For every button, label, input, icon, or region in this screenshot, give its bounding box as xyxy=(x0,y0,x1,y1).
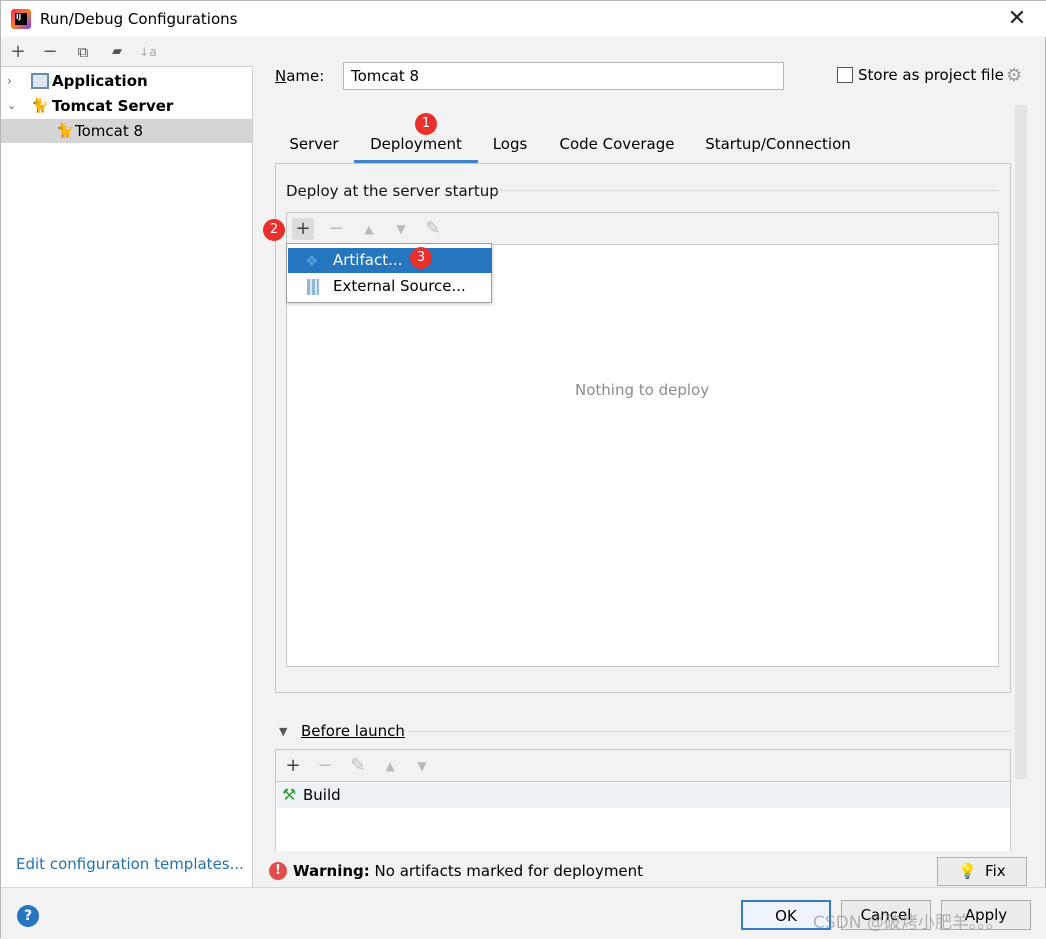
artifact-icon: ❖ xyxy=(305,252,319,270)
popup-item-external-source[interactable]: External Source... xyxy=(288,274,492,299)
folder-icon[interactable]: ▰ xyxy=(106,41,128,63)
tab-deployment[interactable]: Deployment xyxy=(354,125,478,163)
application-icon xyxy=(31,73,49,89)
add-deploy-icon[interactable]: + xyxy=(292,218,314,240)
chevron-down-icon[interactable]: ⌄ xyxy=(7,94,19,118)
error-icon: ! xyxy=(269,862,287,880)
section-divider xyxy=(408,731,1010,732)
tree-item-label: Application xyxy=(52,72,148,90)
move-down-icon[interactable]: ▼ xyxy=(411,755,433,777)
close-button[interactable]: ✕ xyxy=(1001,5,1033,33)
tree-item-tomcat-server[interactable]: ⌄ 🐈 Tomcat Server xyxy=(1,94,252,118)
move-up-icon[interactable]: ▲ xyxy=(379,755,401,777)
step-badge-3: 3 xyxy=(410,247,432,269)
tree-item-application[interactable]: › Application xyxy=(1,69,252,93)
move-down-icon[interactable]: ▼ xyxy=(390,218,412,240)
name-label: Name: xyxy=(275,67,325,85)
fix-button[interactable]: 💡 Fix xyxy=(937,857,1027,886)
tab-startup-connection[interactable]: Startup/Connection xyxy=(695,125,861,163)
help-icon[interactable]: ? xyxy=(17,905,39,927)
tomcat-icon: 🐈 xyxy=(31,98,49,114)
warning-message: Warning: No artifacts marked for deploym… xyxy=(293,862,644,880)
deploy-section-title: Deploy at the server startup xyxy=(286,182,499,200)
deploy-toolbar: + − ▲ ▼ ✎ xyxy=(286,212,999,244)
intellij-logo-icon: IJ xyxy=(11,9,31,29)
popup-item-label: Artifact... xyxy=(333,251,403,269)
gear-icon[interactable]: ⚙ xyxy=(1006,66,1026,86)
list-item-build[interactable]: ⚒ Build xyxy=(277,783,1010,808)
tree-item-tomcat-8[interactable]: 🐈 Tomcat 8 xyxy=(1,119,252,143)
tab-logs[interactable]: Logs xyxy=(480,125,540,163)
deploy-list[interactable] xyxy=(286,244,999,667)
store-project-checkbox[interactable] xyxy=(837,67,853,83)
tab-server[interactable]: Server xyxy=(275,125,353,163)
add-config-icon[interactable]: + xyxy=(7,41,29,63)
remove-deploy-icon[interactable]: − xyxy=(325,218,347,240)
edit-templates-link[interactable]: Edit configuration templates... xyxy=(16,855,244,873)
scrollbar[interactable] xyxy=(1015,105,1027,779)
remove-task-icon[interactable]: − xyxy=(314,755,336,777)
bulb-icon: 💡 xyxy=(958,862,978,880)
tree-item-label: Tomcat 8 xyxy=(75,122,144,140)
step-badge-2: 2 xyxy=(263,219,285,241)
title-bar: IJ Run/Debug Configurations ✕ xyxy=(1,1,1046,37)
section-divider xyxy=(497,190,999,191)
name-input[interactable] xyxy=(343,62,784,90)
popup-item-artifact[interactable]: ❖ Artifact... xyxy=(288,248,492,273)
add-task-icon[interactable]: + xyxy=(282,755,304,777)
window-title: Run/Debug Configurations xyxy=(40,10,238,28)
step-badge-1: 1 xyxy=(415,113,437,135)
button-bar: ? OK Cancel Apply CSDN @破烤小肥羊。。。 xyxy=(1,887,1046,939)
copy-config-icon[interactable]: ⧉ xyxy=(72,41,94,63)
tomcat-icon: 🐈 xyxy=(56,123,74,139)
tree-toolbar: + − ⧉ ▰ ↓a xyxy=(1,37,253,67)
tree-item-label: Tomcat Server xyxy=(52,97,174,115)
before-launch-toolbar: + − ✎ ▲ ▼ xyxy=(275,749,1011,781)
external-source-icon xyxy=(307,279,319,295)
run-debug-dialog: IJ Run/Debug Configurations ✕ + − ⧉ ▰ ↓a… xyxy=(0,0,1046,939)
before-launch-list: ⚒ Build xyxy=(275,781,1011,851)
chevron-right-icon[interactable]: › xyxy=(7,69,19,93)
config-tree-panel: + − ⧉ ▰ ↓a › Application ⌄ 🐈 Tomcat Serv… xyxy=(1,37,253,887)
tab-code-coverage[interactable]: Code Coverage xyxy=(547,125,687,163)
edit-task-icon[interactable]: ✎ xyxy=(347,755,369,777)
edit-deploy-icon[interactable]: ✎ xyxy=(422,218,444,240)
add-deploy-popup: ❖ Artifact... External Source... xyxy=(286,243,492,303)
store-project-label[interactable]: Store as project file xyxy=(858,66,1004,84)
collapse-triangle-icon[interactable]: ▼ xyxy=(279,725,287,738)
empty-state-text: Nothing to deploy xyxy=(575,381,710,399)
hammer-icon: ⚒ xyxy=(282,785,297,804)
watermark: CSDN @破烤小肥羊。。。 xyxy=(813,913,1003,933)
popup-item-label: External Source... xyxy=(333,277,466,295)
move-up-icon[interactable]: ▲ xyxy=(358,218,380,240)
before-launch-label[interactable]: Before launch xyxy=(301,722,405,740)
list-item-label: Build xyxy=(303,786,341,804)
sort-icon[interactable]: ↓a xyxy=(137,41,159,63)
remove-config-icon[interactable]: − xyxy=(39,41,61,63)
